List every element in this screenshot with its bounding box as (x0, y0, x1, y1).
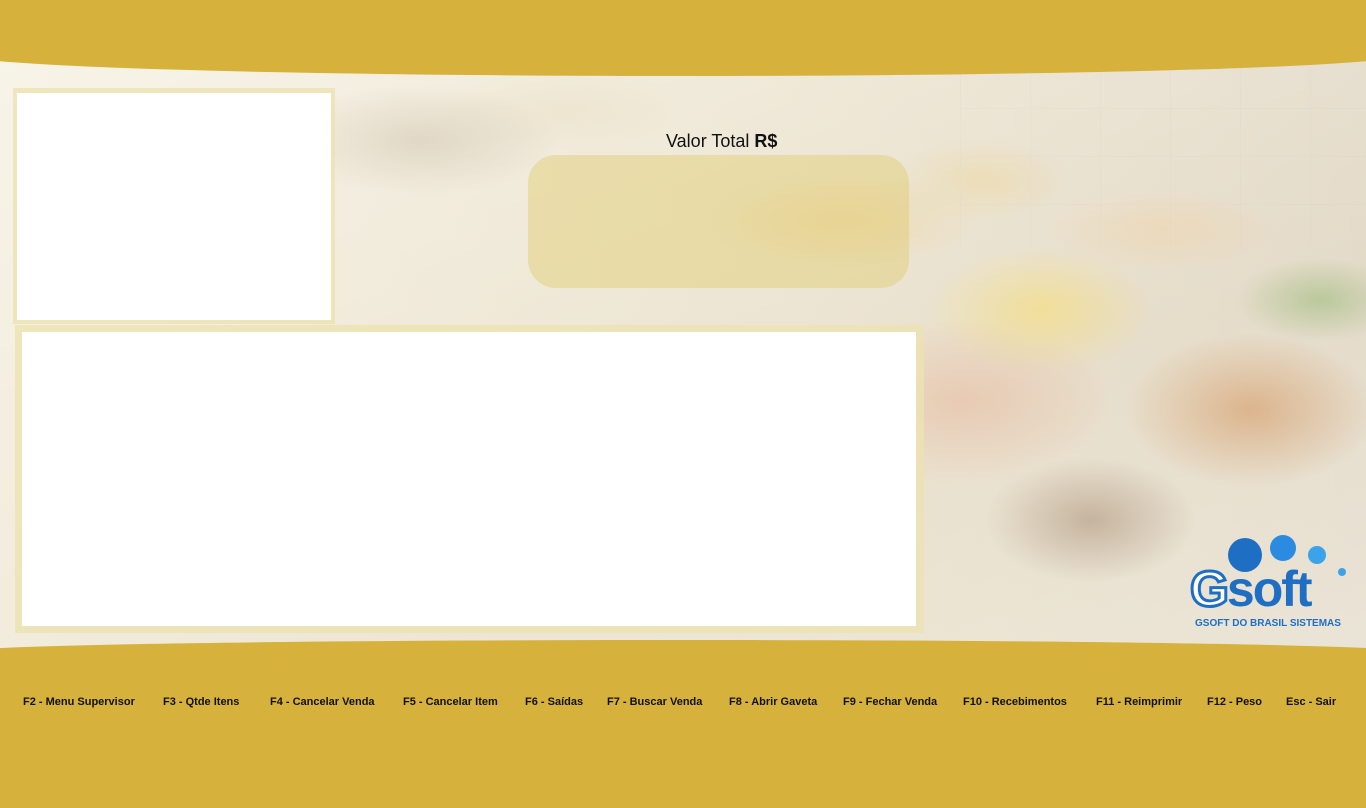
logo-tagline: GSOFT DO BRASIL SISTEMAS (1195, 618, 1341, 629)
top-band (0, 0, 1366, 76)
logo-wordmark: Gsoft (1189, 561, 1313, 617)
fkey-f2-menu-supervisor[interactable]: F2 - Menu Supervisor (23, 696, 135, 708)
total-label: Valor Total R$ (666, 131, 777, 152)
total-currency: R$ (754, 131, 778, 151)
fkey-esc-sair[interactable]: Esc - Sair (1286, 696, 1336, 708)
product-photo-panel (17, 93, 331, 320)
fkey-f3-qtde-itens[interactable]: F3 - Qtde Itens (163, 696, 239, 708)
bottom-band (0, 640, 1366, 808)
logo-brand: soft (1226, 561, 1313, 617)
fkey-f8-abrir-gaveta[interactable]: F8 - Abrir Gaveta (729, 696, 817, 708)
fkey-f7-buscar-venda[interactable]: F7 - Buscar Venda (607, 696, 702, 708)
fkey-f10-recebimentos[interactable]: F10 - Recebimentos (963, 696, 1067, 708)
fkey-f4-cancelar-venda[interactable]: F4 - Cancelar Venda (270, 696, 375, 708)
fkey-f6-saidas[interactable]: F6 - Saídas (525, 696, 583, 708)
logo-dot-medium (1270, 535, 1296, 561)
total-label-text: Valor Total (666, 131, 755, 151)
logo-dot-tiny (1338, 568, 1346, 576)
logo-g: G (1189, 561, 1231, 617)
fkey-f12-peso[interactable]: F12 - Peso (1207, 696, 1262, 708)
items-list-panel[interactable] (22, 332, 916, 626)
fkey-f9-fechar-venda[interactable]: F9 - Fechar Venda (843, 696, 937, 708)
function-key-bar: F2 - Menu Supervisor F3 - Qtde Itens F4 … (0, 696, 1366, 714)
gsoft-logo: Gsoft GSOFT DO BRASIL SISTEMAS (1186, 530, 1356, 634)
fkey-f11-reimprimir[interactable]: F11 - Reimprimir (1096, 696, 1182, 708)
total-value (528, 155, 909, 288)
fkey-f5-cancelar-item[interactable]: F5 - Cancelar Item (403, 696, 498, 708)
